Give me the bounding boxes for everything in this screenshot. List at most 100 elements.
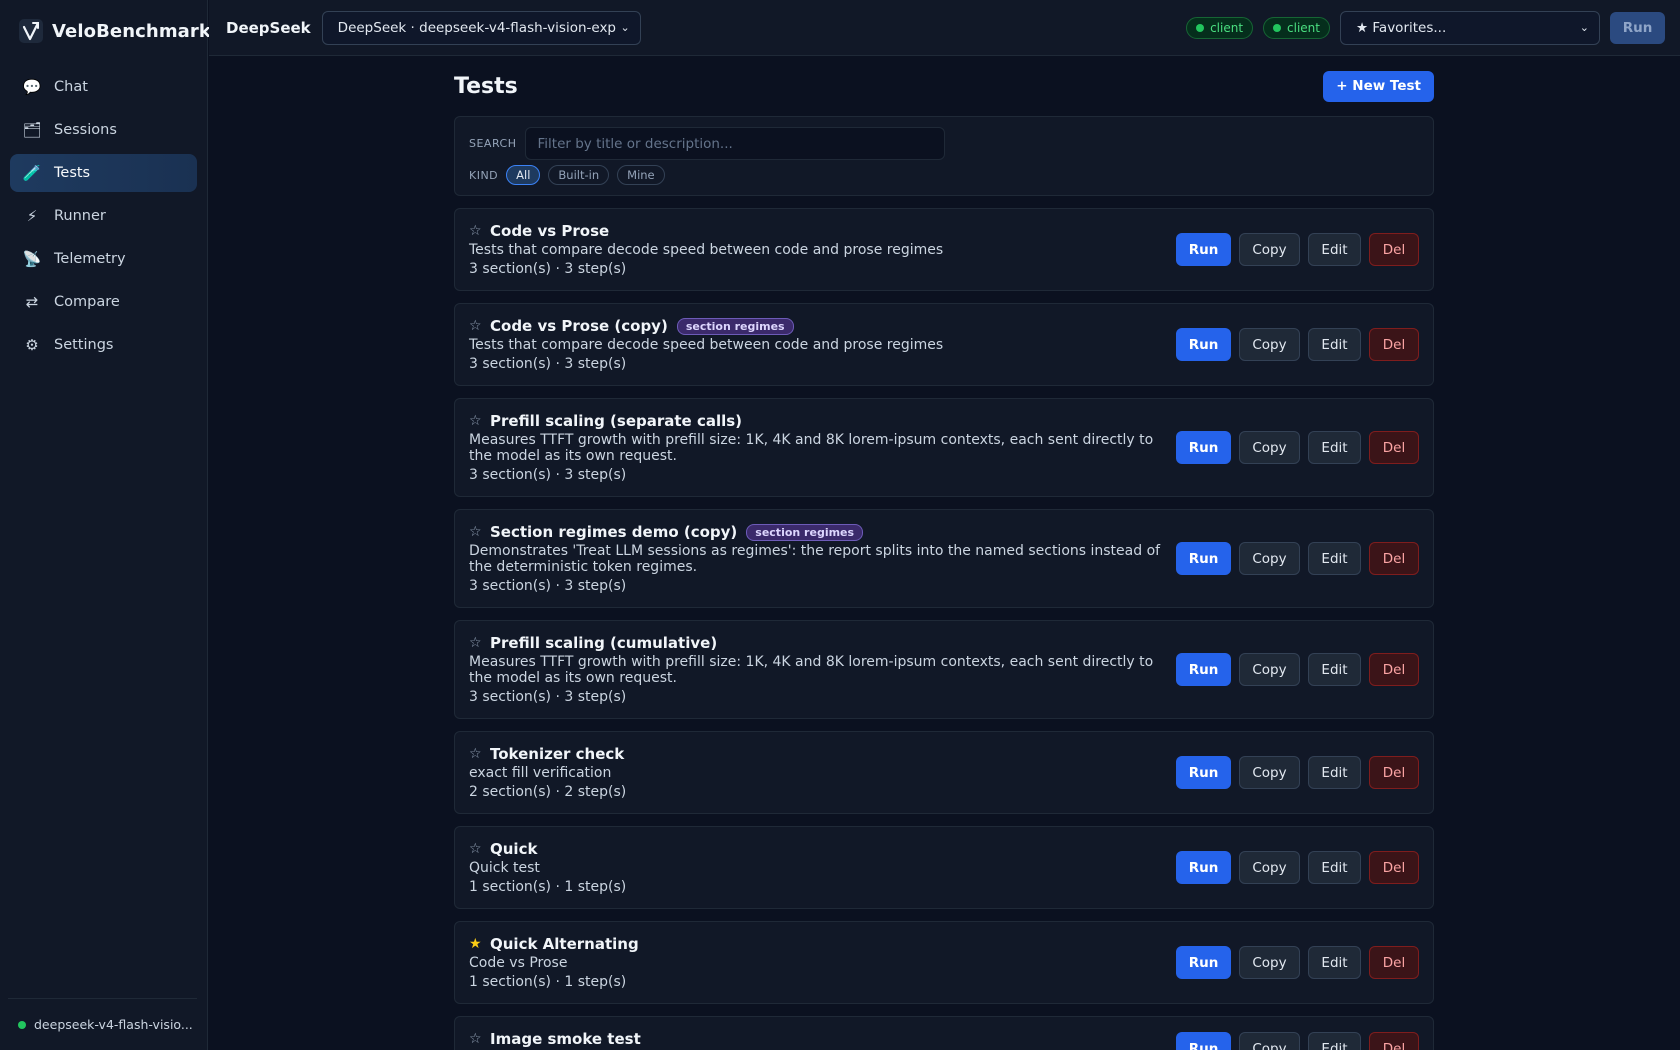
run-test-button[interactable]: Run [1176, 1032, 1231, 1050]
star-outline-icon[interactable]: ☆ [469, 746, 482, 762]
model-select[interactable]: DeepSeek · deepseek-v4-flash-vision-exp … [321, 10, 641, 45]
test-card: ☆ Quick Quick test 1 section(s) · 1 step(s)… [454, 826, 1434, 909]
kind-chip-built-in[interactable]: Built-in [548, 165, 610, 185]
sidebar-item-telemetry[interactable]: 📡 Telemetry [10, 240, 197, 278]
test-meta: 1 section(s) · 1 step(s) [469, 974, 627, 990]
del-test-button[interactable]: Del [1369, 431, 1419, 464]
brand[interactable]: VeloBenchmark [0, 0, 211, 62]
status-dot-icon [1196, 23, 1205, 32]
favorites-select-value: ★ Favorites... [1356, 19, 1447, 36]
search-input[interactable]: Filter by title or description... [524, 127, 945, 160]
copy-test-button[interactable]: Copy [1239, 328, 1300, 361]
test-description: Tests that compare decode speed between … [469, 242, 944, 258]
star-outline-icon[interactable]: ☆ [469, 318, 482, 334]
star-outline-icon[interactable]: ☆ [469, 223, 482, 239]
edit-test-button[interactable]: Edit [1308, 542, 1361, 575]
test-card: ☆ Section regimes demo (copy) section regi… [454, 509, 1434, 608]
section-regimes-badge: section regimes [746, 523, 864, 541]
test-actions: Run Copy Edit Del [1176, 431, 1419, 464]
search-row: SEARCH Filter by title or description... [469, 127, 1419, 160]
edit-test-button[interactable]: Edit [1308, 653, 1361, 686]
edit-test-button[interactable]: Edit [1308, 328, 1361, 361]
run-test-button[interactable]: Run [1176, 233, 1231, 266]
active-model-label: deepseek-v4-flash-visio... [34, 1017, 193, 1032]
copy-test-button[interactable]: Copy [1239, 431, 1300, 464]
star-outline-icon[interactable]: ☆ [469, 524, 482, 540]
copy-test-button[interactable]: Copy [1239, 542, 1300, 575]
edit-test-button[interactable]: Edit [1308, 851, 1361, 884]
run-test-button[interactable]: Run [1176, 851, 1231, 884]
edit-test-button[interactable]: Edit [1308, 756, 1361, 789]
client-status-badge: client [1263, 16, 1330, 39]
del-test-button[interactable]: Del [1369, 653, 1419, 686]
test-description: Quick test [469, 860, 540, 876]
edit-test-button[interactable]: Edit [1308, 431, 1361, 464]
run-test-button[interactable]: Run [1176, 653, 1231, 686]
star-outline-icon[interactable]: ☆ [469, 635, 482, 651]
sidebar-item-settings[interactable]: ⚙ Settings [10, 326, 197, 364]
test-title-row: ☆ Code vs Prose [469, 222, 1164, 240]
test-info: ☆ Prefill scaling (separate calls) Measure… [469, 412, 1176, 483]
favorites-select[interactable]: ★ Favorites... ⌄ [1340, 10, 1600, 45]
star-outline-icon[interactable]: ☆ [469, 841, 482, 857]
run-test-button[interactable]: Run [1176, 328, 1231, 361]
sidebar-item-compare[interactable]: ⇄ Compare [10, 283, 197, 321]
test-title: Quick Alternating [490, 935, 639, 953]
copy-test-button[interactable]: Copy [1239, 653, 1300, 686]
sidebar-item-label: Runner [54, 208, 106, 224]
sidebar-item-chat[interactable]: 💬 Chat [10, 68, 197, 106]
del-test-button[interactable]: Del [1369, 1032, 1419, 1050]
test-info: ☆ Tokenizer check exact fill verification 2… [469, 745, 1176, 800]
star-filled-icon[interactable]: ★ [469, 936, 482, 952]
copy-test-button[interactable]: Copy [1239, 946, 1300, 979]
del-test-button[interactable]: Del [1369, 542, 1419, 575]
run-test-button[interactable]: Run [1176, 431, 1231, 464]
del-test-button[interactable]: Del [1369, 233, 1419, 266]
sidebar-item-label: Tests [54, 165, 91, 181]
test-actions: Run Copy Edit Del [1176, 328, 1419, 361]
test-description: Code vs Prose [469, 955, 568, 971]
copy-test-button[interactable]: Copy [1239, 756, 1300, 789]
kind-chip-all[interactable]: All [506, 165, 541, 185]
copy-test-button[interactable]: Copy [1239, 851, 1300, 884]
star-outline-icon[interactable]: ☆ [469, 413, 482, 429]
section-regimes-badge: section regimes [676, 317, 794, 335]
test-title: Prefill scaling (separate calls) [490, 412, 743, 430]
kind-row: KIND All Built-in Mine [469, 165, 1419, 185]
sidebar-item-sessions[interactable]: 🗂 Sessions [10, 111, 197, 149]
del-test-button[interactable]: Del [1369, 851, 1419, 884]
topbar: DeepSeek DeepSeek · deepseek-v4-flash-vi… [209, 0, 1680, 56]
sidebar-item-tests[interactable]: 🧪 Tests [10, 154, 197, 192]
edit-test-button[interactable]: Edit [1308, 233, 1361, 266]
edit-test-button[interactable]: Edit [1308, 1032, 1361, 1050]
test-actions: Run Copy Edit Del [1176, 756, 1419, 789]
sidebar-item-label: Settings [54, 337, 114, 353]
run-test-button[interactable]: Run [1176, 542, 1231, 575]
run-test-button[interactable]: Run [1176, 946, 1231, 979]
test-title-row: ★ Quick Alternating [469, 935, 1164, 953]
test-card: ☆ Prefill scaling (cumulative) Measures TT… [454, 620, 1434, 719]
test-meta: 3 section(s) · 3 step(s) [469, 261, 627, 277]
copy-test-button[interactable]: Copy [1239, 1032, 1300, 1050]
new-test-button[interactable]: + New Test [1323, 70, 1434, 102]
run-test-button[interactable]: Run [1176, 756, 1231, 789]
sidebar-item-runner[interactable]: ⚡ Runner [10, 197, 197, 235]
del-test-button[interactable]: Del [1369, 328, 1419, 361]
star-outline-icon[interactable]: ☆ [469, 1031, 482, 1047]
copy-test-button[interactable]: Copy [1239, 233, 1300, 266]
kind-chip-mine[interactable]: Mine [617, 165, 665, 185]
del-test-button[interactable]: Del [1369, 756, 1419, 789]
page-title: Tests [454, 73, 518, 99]
provider-label: DeepSeek [226, 18, 311, 37]
test-info: ☆ Code vs Prose Tests that compare decode … [469, 222, 1176, 277]
sidebar-status: deepseek-v4-flash-visio... [8, 998, 197, 1050]
test-actions: Run Copy Edit Del [1176, 1032, 1419, 1050]
run-button[interactable]: Run [1610, 11, 1665, 44]
test-meta: 3 section(s) · 3 step(s) [469, 467, 627, 483]
chevron-down-icon: ⌄ [620, 21, 630, 34]
edit-test-button[interactable]: Edit [1308, 946, 1361, 979]
gear-icon: ⚙ [25, 336, 39, 354]
del-test-button[interactable]: Del [1369, 946, 1419, 979]
sidebar-item-label: Compare [54, 294, 120, 310]
test-title-row: ☆ Prefill scaling (separate calls) [469, 412, 1164, 430]
